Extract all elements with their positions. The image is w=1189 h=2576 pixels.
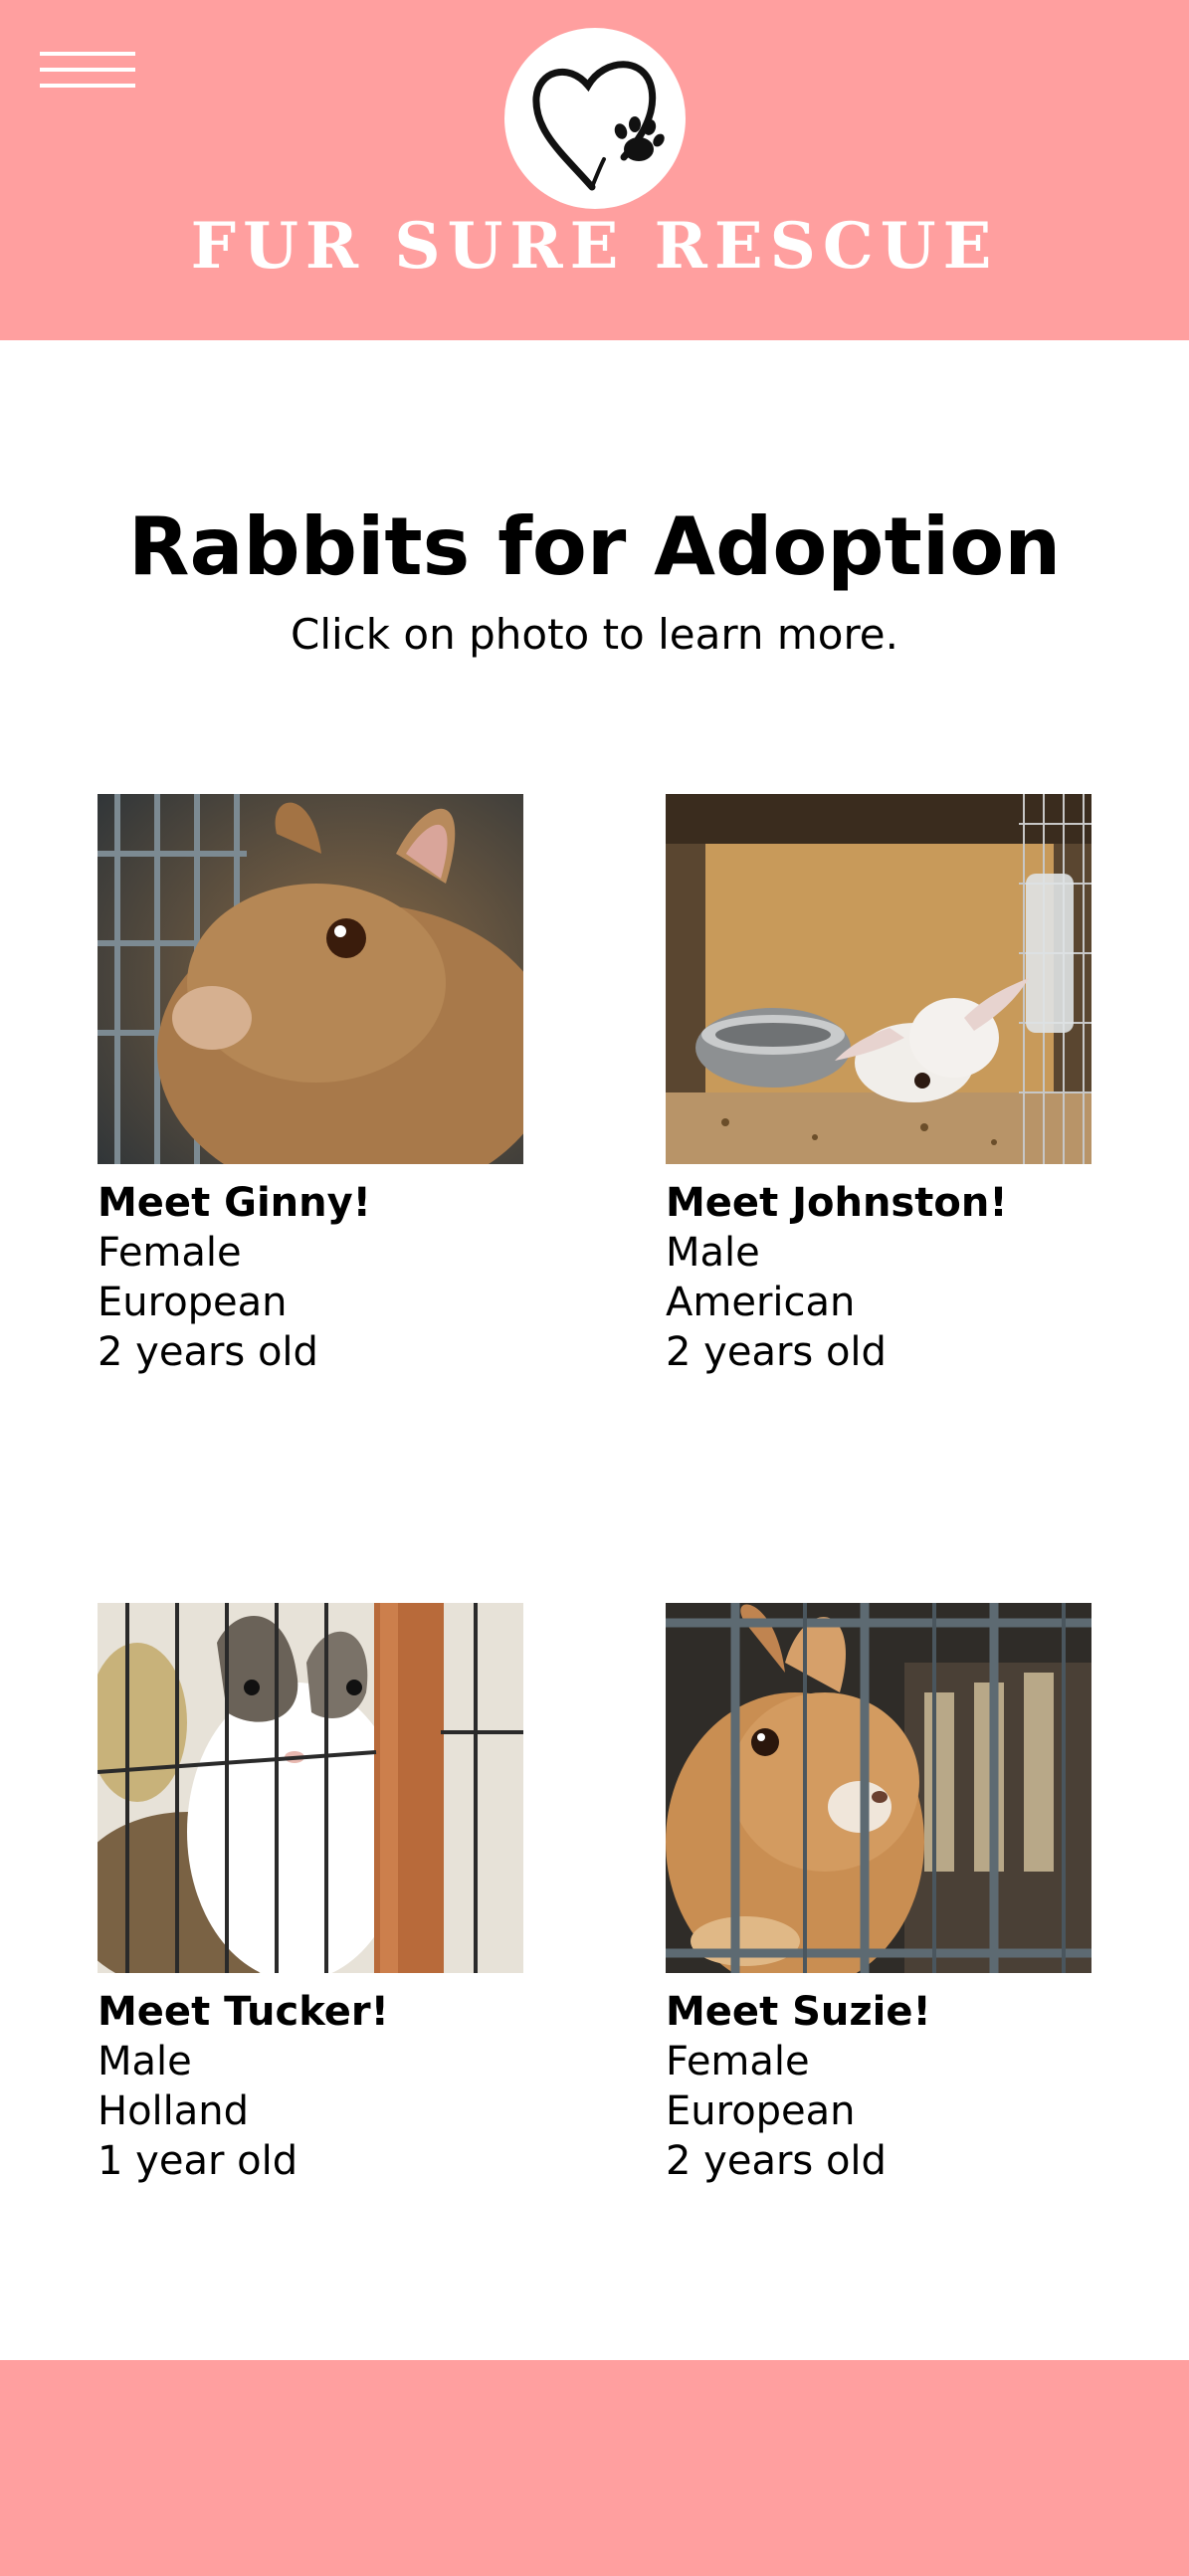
pet-photo-tucker[interactable] [98,1603,523,1973]
pet-card-tucker: Meet Tucker! Male Holland 1 year old [98,1603,525,2186]
pet-sex: Male [666,1230,760,1276]
pet-info: Meet Tucker! Male Holland 1 year old [98,1987,525,2186]
site-footer [0,2360,1189,2576]
pet-breed: European [98,1280,288,1325]
menu-bar [40,68,135,72]
menu-bar [40,52,135,56]
page-subtitle: Click on photo to learn more. [291,610,898,659]
pet-name: Meet Ginny! [98,1180,371,1226]
hamburger-menu-icon[interactable] [40,52,135,90]
pet-age: 2 years old [666,2138,887,2184]
brand-name: Fur Sure Rescue [190,209,999,284]
site-header: Fur Sure Rescue [0,0,1189,340]
pet-photo-johnston[interactable] [666,794,1091,1164]
pet-photo-suzie[interactable] [666,1603,1091,1973]
logo[interactable] [504,28,686,209]
pet-info: Meet Ginny! Female European 2 years old [98,1178,525,1377]
pet-card-johnston: Meet Johnston! Male American 2 years old [666,794,1093,1377]
pet-name: Meet Johnston! [666,1180,1008,1226]
pet-name: Meet Tucker! [98,1989,389,2035]
pet-age: 2 years old [666,1329,887,1375]
pet-card-ginny: Meet Ginny! Female European 2 years old [98,794,525,1377]
pet-info: Meet Johnston! Male American 2 years old [666,1178,1093,1377]
pet-sex: Female [666,2039,810,2084]
menu-bar [40,84,135,88]
pet-name: Meet Suzie! [666,1989,931,2035]
pet-card-suzie: Meet Suzie! Female European 2 years old [666,1603,1093,2186]
pet-info: Meet Suzie! Female European 2 years old [666,1987,1093,2186]
heart-paw-icon [532,61,665,191]
pet-sex: Female [98,1230,242,1276]
pet-breed: American [666,1280,856,1325]
pet-age: 1 year old [98,2138,298,2184]
pet-breed: Holland [98,2088,250,2134]
pet-breed: European [666,2088,856,2134]
pet-photo-ginny[interactable] [98,794,523,1164]
pet-age: 2 years old [98,1329,318,1375]
page-title: Rabbits for Adoption [127,500,1062,593]
pet-sex: Male [98,2039,192,2084]
